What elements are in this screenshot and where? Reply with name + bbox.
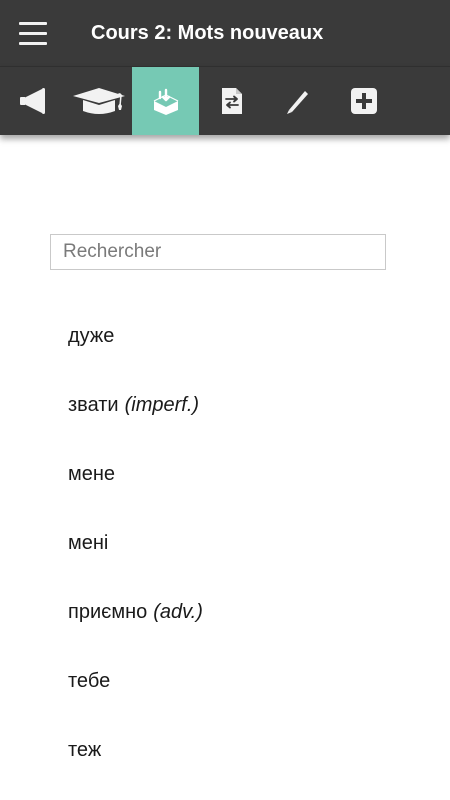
word-text: звати [68, 394, 119, 416]
tab-translation[interactable] [199, 67, 265, 135]
document-swap-icon [222, 88, 242, 114]
plus-square-icon [351, 88, 377, 114]
word-text: тебе [68, 670, 111, 692]
list-item[interactable]: тебе [0, 645, 450, 714]
tab-vocabulary[interactable] [132, 67, 199, 135]
tab-audio[interactable] [0, 67, 66, 135]
word-note: (imperf.) [124, 394, 200, 416]
search-input[interactable] [50, 234, 386, 270]
word-text: дуже [68, 325, 115, 347]
graduation-cap-icon [73, 88, 125, 114]
tab-lesson[interactable] [66, 67, 132, 135]
list-item[interactable]: теж [0, 714, 450, 783]
word-text: мене [68, 463, 116, 485]
word-text: приємно [68, 601, 148, 623]
hamburger-menu-icon[interactable] [19, 22, 47, 46]
word-text: мені [68, 532, 109, 554]
tab-writing[interactable] [265, 67, 331, 135]
list-item[interactable]: звати (imperf.) [0, 369, 450, 438]
word-list: дуже звати (imperf.) мене мені приємно (ad… [0, 300, 450, 783]
lesson-toolbar [0, 66, 450, 135]
list-item[interactable]: приємно (adv.) [0, 576, 450, 645]
pen-icon [287, 91, 308, 114]
app-header: Cours 2: Mots nouveaux [0, 0, 450, 66]
word-note: (adv.) [153, 601, 203, 623]
megaphone-icon [20, 88, 45, 114]
app-screen: Cours 2: Mots nouveaux Rechercher дуже з… [0, 0, 450, 800]
word-text: теж [68, 739, 102, 761]
tab-more[interactable] [331, 67, 397, 135]
list-item[interactable]: мене [0, 438, 450, 507]
list-item[interactable]: дуже [0, 300, 450, 369]
page-title: Cours 2: Mots nouveaux [91, 22, 324, 44]
list-item[interactable]: мені [0, 507, 450, 576]
vocabulary-box-icon [153, 88, 178, 115]
